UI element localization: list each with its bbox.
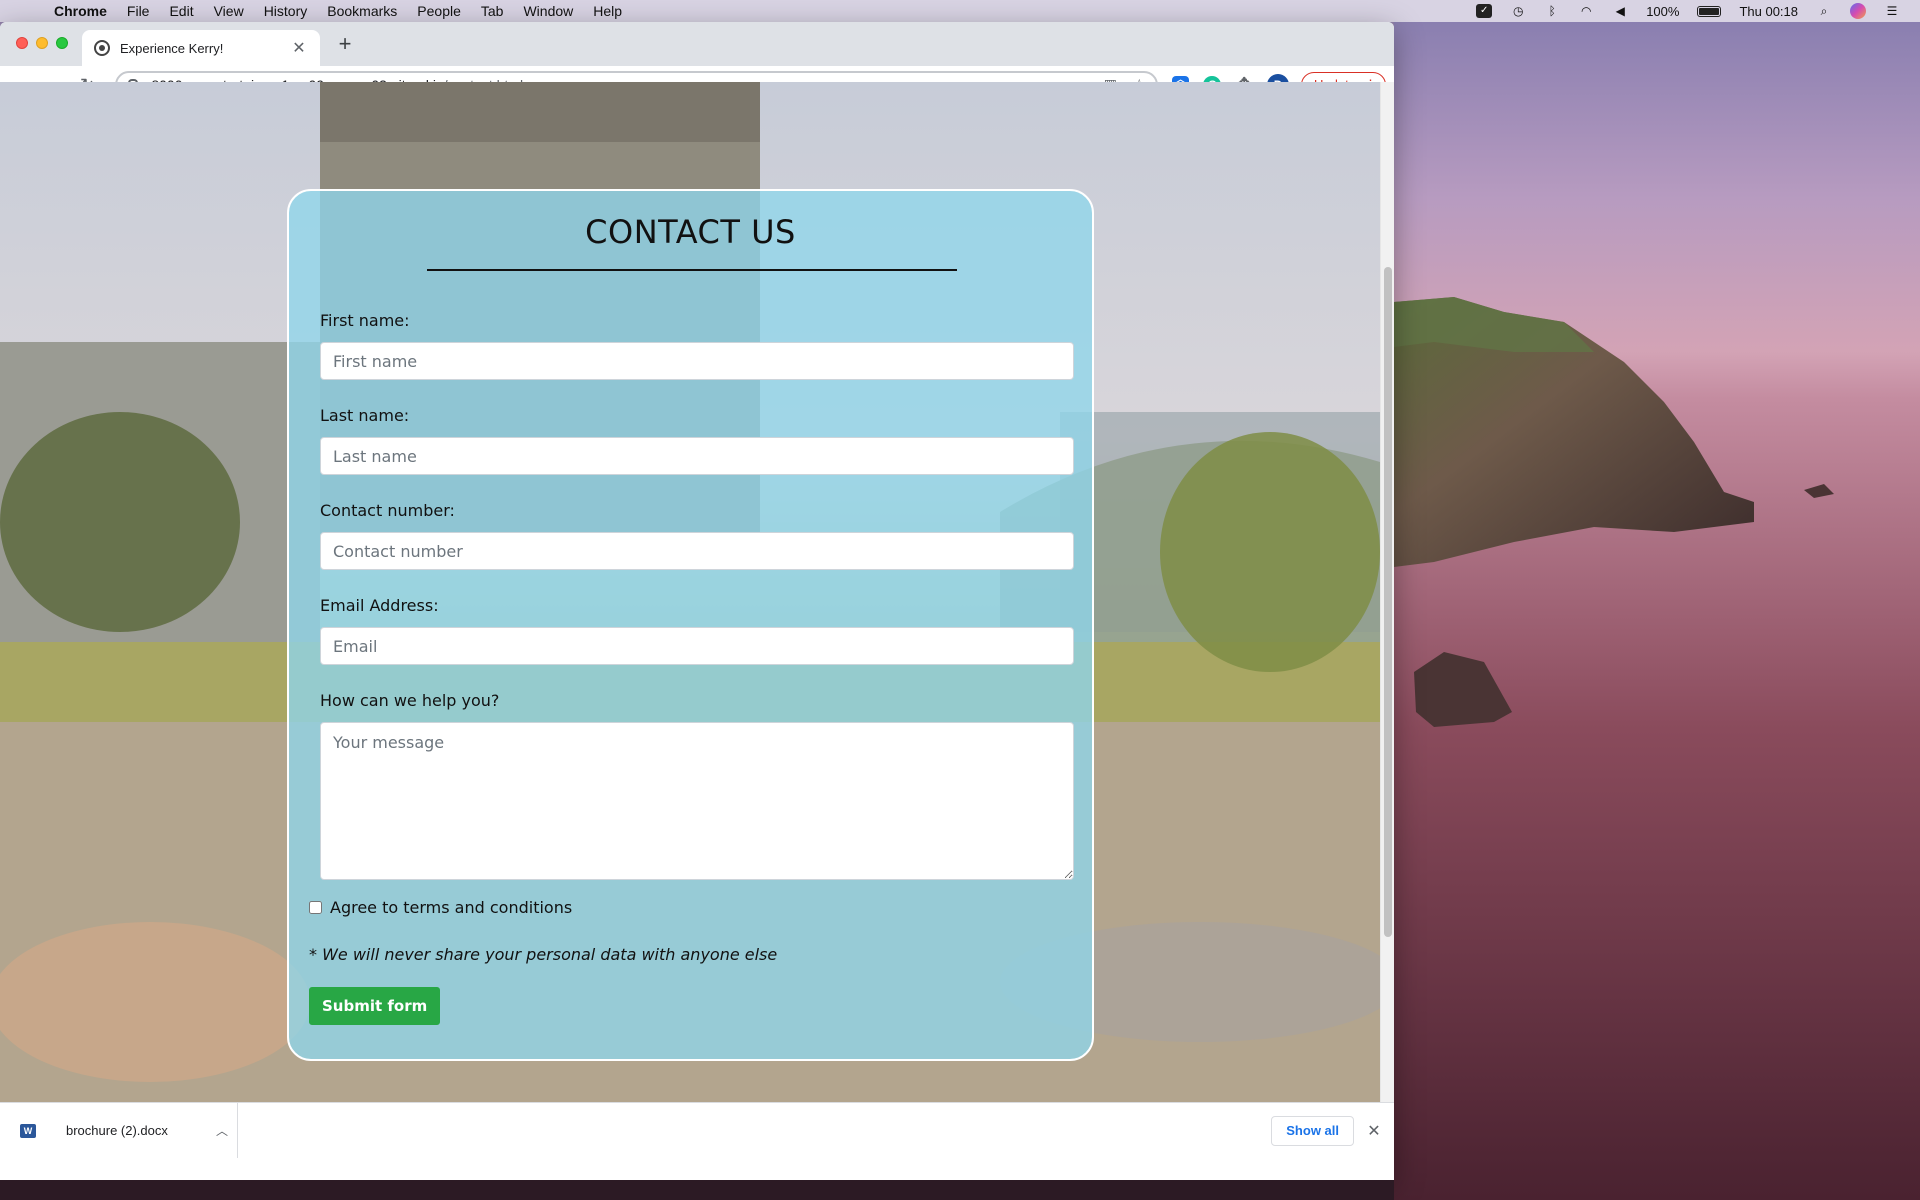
time-machine-icon[interactable]: ◷ [1510,4,1526,18]
menu-edit[interactable]: Edit [159,3,203,19]
siri-icon[interactable] [1850,3,1866,19]
message-textarea[interactable] [320,722,1074,880]
close-window-button[interactable] [16,37,28,49]
clock[interactable]: Thu 00:18 [1739,4,1798,19]
menu-view[interactable]: View [204,3,254,19]
status-area: ✓ ◷ ᛒ ◠ ◀ 100% Thu 00:18 ⌕ ☰ [1476,3,1920,19]
scrollbar-thumb[interactable] [1384,267,1392,937]
menu-tab[interactable]: Tab [471,3,514,19]
menu-help[interactable]: Help [583,3,632,19]
word-document-icon: W [20,1123,36,1138]
volume-icon[interactable]: ◀ [1612,4,1628,18]
desktop-wallpaper [1394,22,1920,1200]
terms-label[interactable]: Agree to terms and conditions [330,898,572,917]
wifi-icon[interactable]: ◠ [1578,4,1594,18]
window-controls [16,37,68,49]
download-item[interactable]: W brochure (2).docx ︿ [0,1103,238,1158]
menu-history[interactable]: History [254,3,318,19]
last-name-label: Last name: [320,406,410,425]
tab-experience-kerry[interactable]: Experience Kerry! ✕ [82,30,320,66]
tab-title: Experience Kerry! [120,40,224,56]
desktop-bottom-strip [0,1180,1394,1200]
privacy-note: * We will never share your personal data… [309,945,778,964]
globe-icon [94,40,110,56]
close-download-bar-icon[interactable]: ✕ [1354,1121,1394,1141]
menu-file[interactable]: File [117,3,160,19]
download-bar: W brochure (2).docx ︿ Show all ✕ [0,1102,1394,1158]
menu-window[interactable]: Window [513,3,583,19]
contact-form-card: CONTACT US First name: Last name: Contac… [287,189,1094,1061]
bluetooth-icon[interactable]: ᛒ [1544,4,1560,18]
page-title: CONTACT US [585,213,796,251]
email-input[interactable] [320,627,1074,665]
menu-bookmarks[interactable]: Bookmarks [317,3,407,19]
contact-number-label: Contact number: [320,501,455,520]
tab-strip: Experience Kerry! ✕ + [0,22,1394,66]
terms-checkbox[interactable] [309,901,322,914]
menu-people[interactable]: People [407,3,471,19]
last-name-input[interactable] [320,437,1074,475]
control-center-icon[interactable]: ☰ [1884,4,1900,18]
menu-app-name[interactable]: Chrome [54,3,117,19]
chevron-up-icon[interactable]: ︿ [207,1122,237,1139]
contact-number-input[interactable] [320,532,1074,570]
first-name-label: First name: [320,311,410,330]
submit-form-button[interactable]: Submit form [309,987,441,1025]
battery-icon[interactable] [1697,5,1722,17]
checkbox-status-icon[interactable]: ✓ [1476,4,1493,18]
message-label: How can we help you? [320,691,500,710]
new-tab-button[interactable]: + [333,32,357,56]
first-name-input[interactable] [320,342,1074,380]
battery-percent[interactable]: 100% [1646,4,1679,19]
spotlight-search-icon[interactable]: ⌕ [1816,4,1832,18]
macos-menubar: Chrome File Edit View History Bookmarks … [0,0,1920,22]
page-scrollbar[interactable] [1380,82,1394,1102]
heading-divider [427,269,957,271]
download-file-name[interactable]: brochure (2).docx [66,1123,207,1138]
minimize-window-button[interactable] [36,37,48,49]
close-tab-icon[interactable]: ✕ [290,38,308,58]
show-all-button[interactable]: Show all [1271,1115,1354,1146]
terms-row: Agree to terms and conditions [309,898,572,917]
page-viewport: CONTACT US First name: Last name: Contac… [0,82,1380,1102]
fullscreen-window-button[interactable] [56,37,68,49]
email-label: Email Address: [320,596,439,615]
